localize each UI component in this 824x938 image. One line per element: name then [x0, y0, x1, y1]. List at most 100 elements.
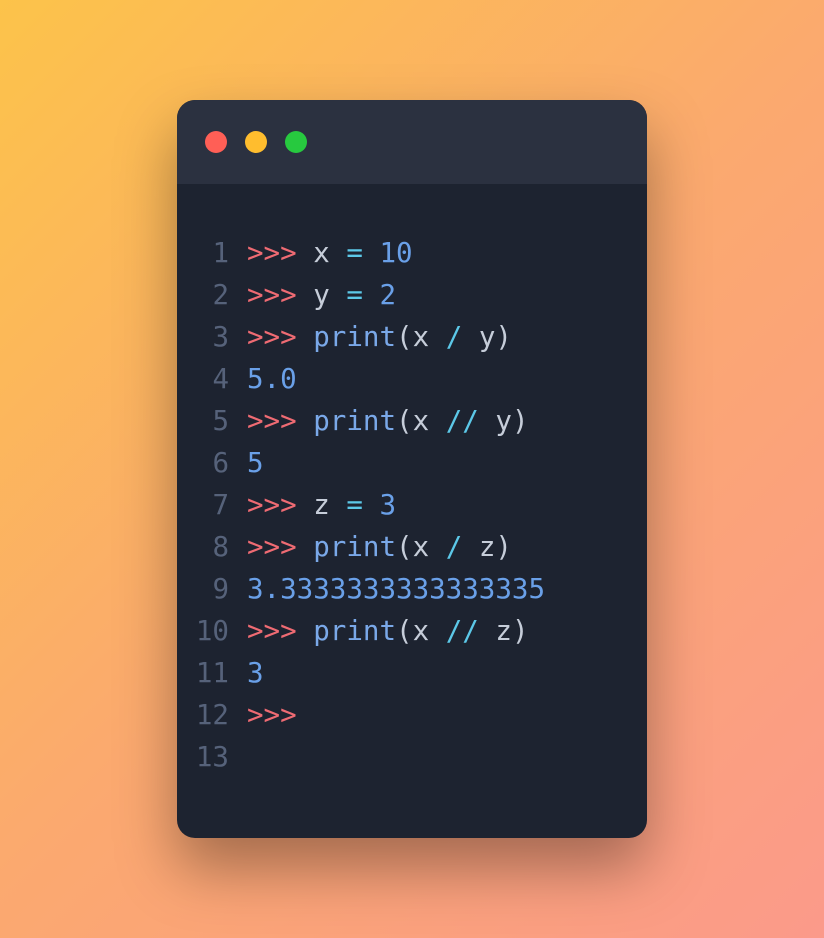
token-ident: x	[313, 237, 330, 269]
token-out: 5	[247, 447, 264, 479]
close-icon[interactable]	[205, 131, 227, 153]
token-prompt: >>>	[247, 237, 297, 269]
token-ident: x	[413, 405, 430, 437]
minimize-icon[interactable]	[245, 131, 267, 153]
line-number: 5	[195, 400, 247, 442]
token-prompt: >>>	[247, 489, 297, 521]
token-space	[330, 489, 347, 521]
token-op: =	[346, 279, 363, 311]
code-content: >>> x = 10	[247, 232, 629, 274]
token-out: 5.0	[247, 363, 297, 395]
token-paren: (	[396, 321, 413, 353]
token-space	[429, 615, 446, 647]
code-content: >>> z = 3	[247, 484, 629, 526]
line-number: 11	[195, 652, 247, 694]
token-space	[297, 531, 314, 563]
line-number: 13	[195, 736, 247, 778]
token-space	[363, 279, 380, 311]
token-num: 10	[379, 237, 412, 269]
token-ident: z	[313, 489, 330, 521]
token-func: print	[313, 531, 396, 563]
code-line: 12>>>	[195, 694, 629, 736]
token-space	[297, 279, 314, 311]
token-paren: (	[396, 405, 413, 437]
code-line: 10>>> print(x // z)	[195, 610, 629, 652]
token-prompt: >>>	[247, 699, 297, 731]
token-ident: x	[413, 615, 430, 647]
token-space	[429, 531, 446, 563]
token-space	[429, 321, 446, 353]
code-window: 1>>> x = 102>>> y = 23>>> print(x / y)45…	[177, 100, 647, 838]
token-paren: )	[512, 615, 529, 647]
code-content: >>> print(x // z)	[247, 610, 629, 652]
token-op: //	[446, 615, 479, 647]
token-paren: )	[495, 321, 512, 353]
token-func: print	[313, 321, 396, 353]
line-number: 7	[195, 484, 247, 526]
token-prompt: >>>	[247, 405, 297, 437]
token-op: //	[446, 405, 479, 437]
token-paren: )	[495, 531, 512, 563]
line-number: 10	[195, 610, 247, 652]
token-space	[479, 615, 496, 647]
code-content	[247, 736, 629, 778]
code-content: 5.0	[247, 358, 629, 400]
code-content: >>> print(x / z)	[247, 526, 629, 568]
code-area[interactable]: 1>>> x = 102>>> y = 23>>> print(x / y)45…	[177, 184, 647, 838]
token-op: /	[446, 531, 463, 563]
maximize-icon[interactable]	[285, 131, 307, 153]
line-number: 12	[195, 694, 247, 736]
code-line: 45.0	[195, 358, 629, 400]
token-space	[330, 279, 347, 311]
titlebar	[177, 100, 647, 184]
token-paren: )	[512, 405, 529, 437]
code-content: >>>	[247, 694, 629, 736]
code-line: 3>>> print(x / y)	[195, 316, 629, 358]
token-space	[462, 321, 479, 353]
code-line: 5>>> print(x // y)	[195, 400, 629, 442]
token-space	[363, 237, 380, 269]
code-content: >>> print(x // y)	[247, 400, 629, 442]
token-op: /	[446, 321, 463, 353]
line-number: 3	[195, 316, 247, 358]
line-number: 6	[195, 442, 247, 484]
code-content: >>> y = 2	[247, 274, 629, 316]
token-prompt: >>>	[247, 321, 297, 353]
line-number: 8	[195, 526, 247, 568]
code-line: 8>>> print(x / z)	[195, 526, 629, 568]
token-out: 3	[247, 657, 264, 689]
token-space	[462, 531, 479, 563]
code-line: 113	[195, 652, 629, 694]
token-paren: (	[396, 615, 413, 647]
code-content: 3.3333333333333335	[247, 568, 629, 610]
token-space	[297, 405, 314, 437]
code-line: 93.3333333333333335	[195, 568, 629, 610]
code-content: 5	[247, 442, 629, 484]
token-prompt: >>>	[247, 279, 297, 311]
token-ident: y	[313, 279, 330, 311]
token-num: 2	[379, 279, 396, 311]
token-space	[363, 489, 380, 521]
code-line: 7>>> z = 3	[195, 484, 629, 526]
token-op: =	[346, 237, 363, 269]
token-space	[297, 615, 314, 647]
token-out: 3.3333333333333335	[247, 573, 545, 605]
token-num: 3	[379, 489, 396, 521]
token-space	[479, 405, 496, 437]
token-func: print	[313, 615, 396, 647]
line-number: 2	[195, 274, 247, 316]
token-space	[297, 237, 314, 269]
token-prompt: >>>	[247, 531, 297, 563]
token-ident: y	[479, 321, 496, 353]
code-content: >>> print(x / y)	[247, 316, 629, 358]
token-space	[297, 489, 314, 521]
token-ident: y	[495, 405, 512, 437]
code-line: 13	[195, 736, 629, 778]
line-number: 1	[195, 232, 247, 274]
token-op: =	[346, 489, 363, 521]
code-content: 3	[247, 652, 629, 694]
line-number: 4	[195, 358, 247, 400]
token-prompt: >>>	[247, 615, 297, 647]
code-line: 2>>> y = 2	[195, 274, 629, 316]
token-space	[429, 405, 446, 437]
